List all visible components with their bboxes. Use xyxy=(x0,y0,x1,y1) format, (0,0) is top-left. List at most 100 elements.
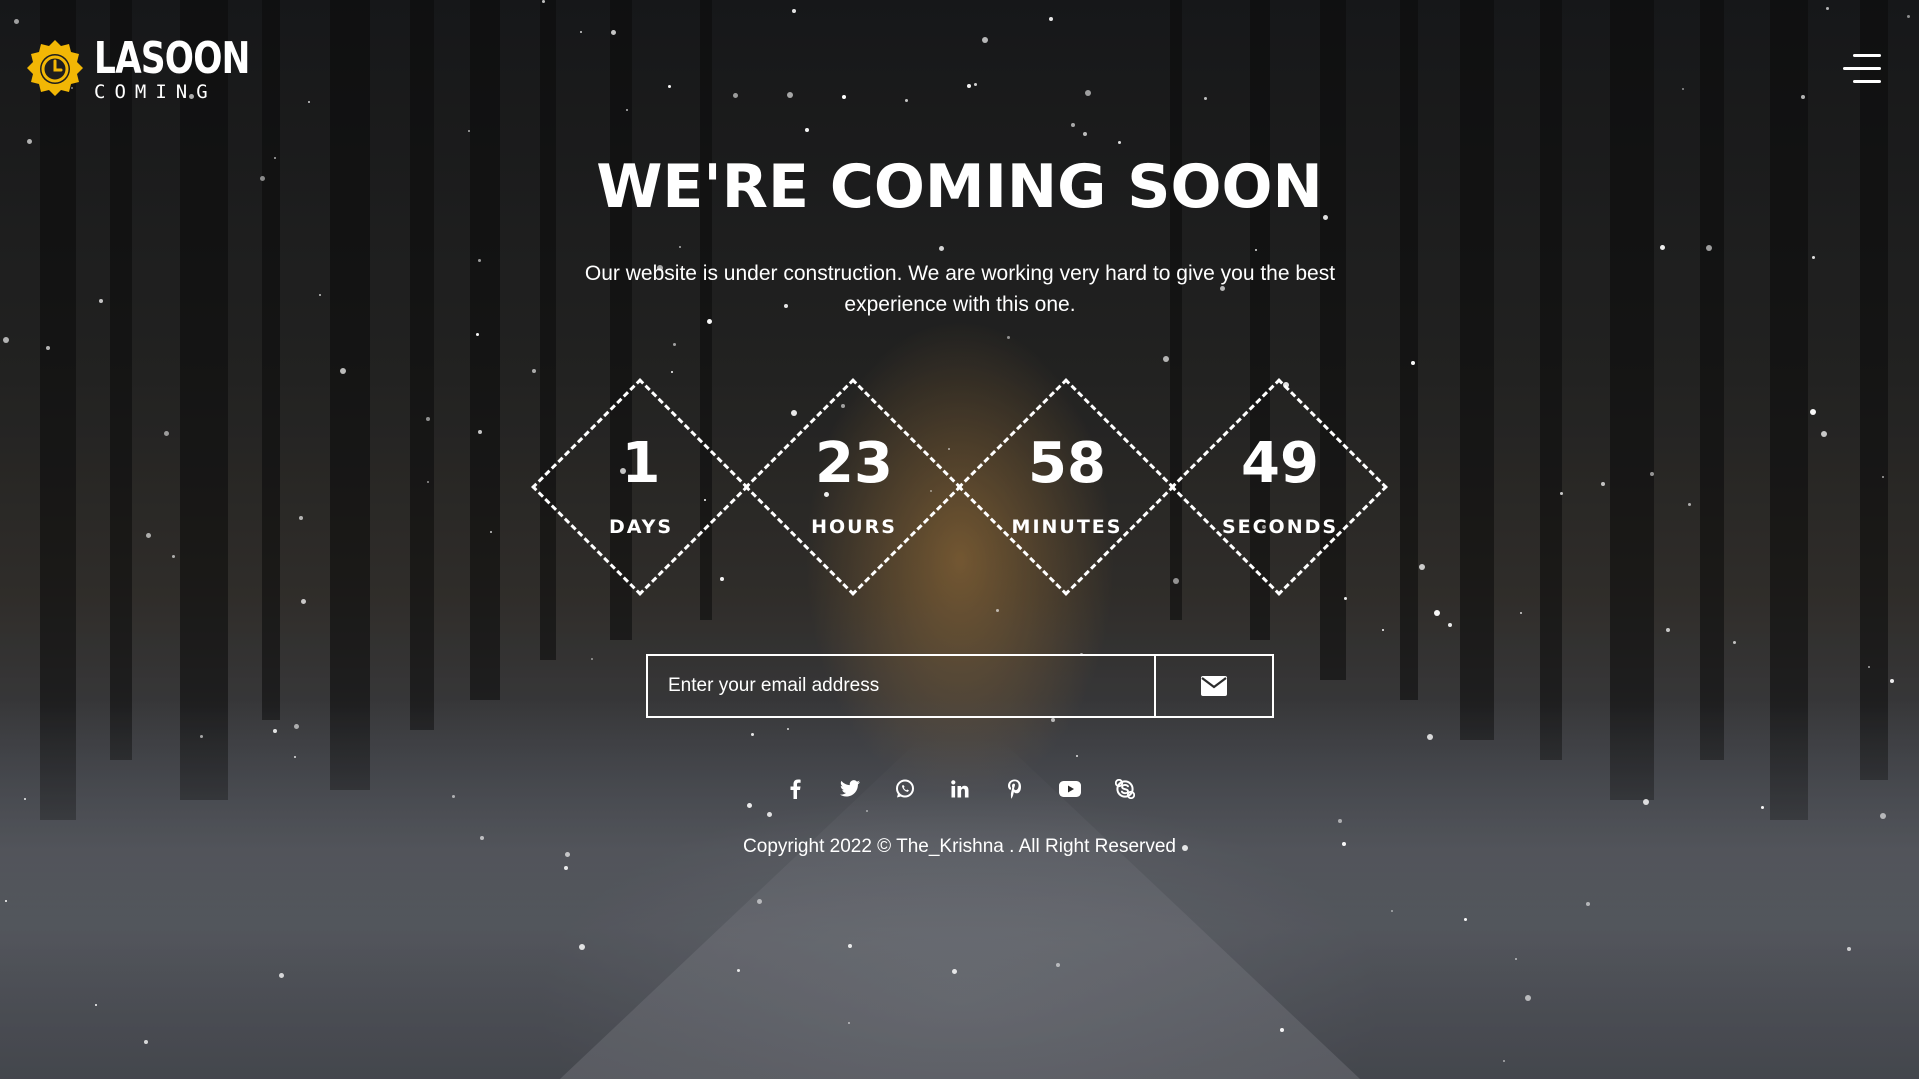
snowflake xyxy=(1464,918,1467,921)
snowflake xyxy=(1520,612,1522,614)
snowflake xyxy=(787,728,789,730)
snowflake xyxy=(301,599,306,604)
skype-icon[interactable] xyxy=(1108,772,1141,805)
countdown-value: 58 xyxy=(1028,431,1106,496)
snowflake xyxy=(1890,679,1894,683)
countdown-value: 49 xyxy=(1241,431,1319,496)
snowflake xyxy=(1411,361,1415,365)
email-input[interactable] xyxy=(648,656,1154,716)
page-description: Our website is under construction. We ar… xyxy=(584,262,1336,316)
subscribe-button[interactable] xyxy=(1154,656,1272,716)
snowflake xyxy=(1733,641,1736,644)
snowflake xyxy=(1666,628,1670,632)
brand-logo[interactable]: LASOON COMING xyxy=(22,36,293,102)
page-title: WE'RE COMING SOON xyxy=(596,152,1323,222)
snowflake xyxy=(99,299,103,303)
linkedin-icon[interactable] xyxy=(943,772,976,805)
snowflake xyxy=(974,83,977,86)
snowflake xyxy=(1085,90,1091,96)
snowflake xyxy=(294,724,299,729)
clock-gear-icon xyxy=(27,40,83,96)
snowflake xyxy=(805,128,809,132)
snowflake xyxy=(1812,256,1815,259)
snowflake xyxy=(939,246,944,251)
countdown-label: SECONDS xyxy=(1221,516,1339,538)
hamburger-menu-icon[interactable] xyxy=(1843,52,1881,86)
snowflake xyxy=(144,1040,148,1044)
snowflake xyxy=(848,1022,850,1024)
countdown-timer: 1 DAYS 23 HOURS 58 MINUTES 49 SECONDS xyxy=(0,378,1919,598)
countdown-label: MINUTES xyxy=(1011,516,1123,538)
snowflake xyxy=(1868,666,1870,668)
snowflake xyxy=(1118,141,1121,144)
snowflake xyxy=(1049,17,1053,21)
snowflake xyxy=(996,609,999,612)
snowflake xyxy=(1007,336,1010,339)
snowflake xyxy=(842,95,846,99)
snowflake xyxy=(751,733,754,736)
snowflake xyxy=(1826,7,1829,10)
snowflake xyxy=(611,30,616,35)
youtube-icon[interactable] xyxy=(1053,772,1086,805)
snowflake xyxy=(1525,995,1531,1001)
pinterest-icon[interactable] xyxy=(998,772,1031,805)
social-links xyxy=(0,772,1919,805)
snowflake xyxy=(1427,734,1433,740)
snowflake xyxy=(542,0,545,3)
snowflake xyxy=(27,139,32,144)
snowflake xyxy=(737,969,740,972)
snowflake xyxy=(1071,123,1075,127)
snowflake xyxy=(1338,819,1342,823)
snowflake xyxy=(308,101,310,103)
snowflake xyxy=(1204,97,1207,100)
snowflake xyxy=(591,658,593,660)
snowflake xyxy=(1503,1060,1505,1062)
snowflake xyxy=(200,735,203,738)
snowflake xyxy=(1076,755,1078,757)
snowflake xyxy=(1280,1028,1284,1032)
snowflake xyxy=(1706,245,1712,251)
snowflake xyxy=(952,969,957,974)
snowflake xyxy=(1761,806,1764,809)
snowflake xyxy=(579,944,585,950)
facebook-icon[interactable] xyxy=(778,772,811,805)
snowflake xyxy=(340,368,346,374)
snowflake xyxy=(1163,356,1169,362)
snowflake xyxy=(1056,963,1060,967)
snowflake xyxy=(1586,902,1590,906)
snowflake xyxy=(1391,910,1393,912)
snowflake xyxy=(767,812,772,817)
countdown-days: 1 DAYS xyxy=(531,378,751,598)
snowflake xyxy=(848,944,852,948)
snowflake xyxy=(14,19,19,24)
snowflake xyxy=(792,9,796,13)
snowflake xyxy=(1847,947,1851,951)
brand-tagline: COMING xyxy=(94,80,217,103)
snowflake xyxy=(1880,813,1886,819)
snowflake xyxy=(1051,718,1055,722)
snowflake xyxy=(564,866,568,870)
snowflake xyxy=(580,31,582,33)
snowflake xyxy=(319,294,321,296)
countdown-seconds: 49 SECONDS xyxy=(1170,378,1390,598)
snowflake xyxy=(967,84,971,88)
snowflake xyxy=(1907,15,1910,18)
snowflake xyxy=(1801,95,1805,99)
countdown-value: 1 xyxy=(621,431,661,496)
snowflake xyxy=(3,337,9,343)
snowflake xyxy=(1434,610,1440,616)
snowflake xyxy=(866,810,868,812)
snowflake xyxy=(1660,245,1665,250)
snowflake xyxy=(1382,629,1384,631)
snowflake xyxy=(468,130,470,132)
twitter-icon[interactable] xyxy=(833,772,866,805)
snowflake xyxy=(294,756,296,758)
countdown-label: HOURS xyxy=(811,516,897,538)
snowflake xyxy=(532,369,536,373)
snowflake xyxy=(95,1004,97,1006)
whatsapp-icon[interactable] xyxy=(888,772,921,805)
snowflake xyxy=(1083,132,1087,136)
snowflake xyxy=(273,729,277,733)
snowflake xyxy=(668,85,671,88)
snowflake xyxy=(673,343,676,346)
